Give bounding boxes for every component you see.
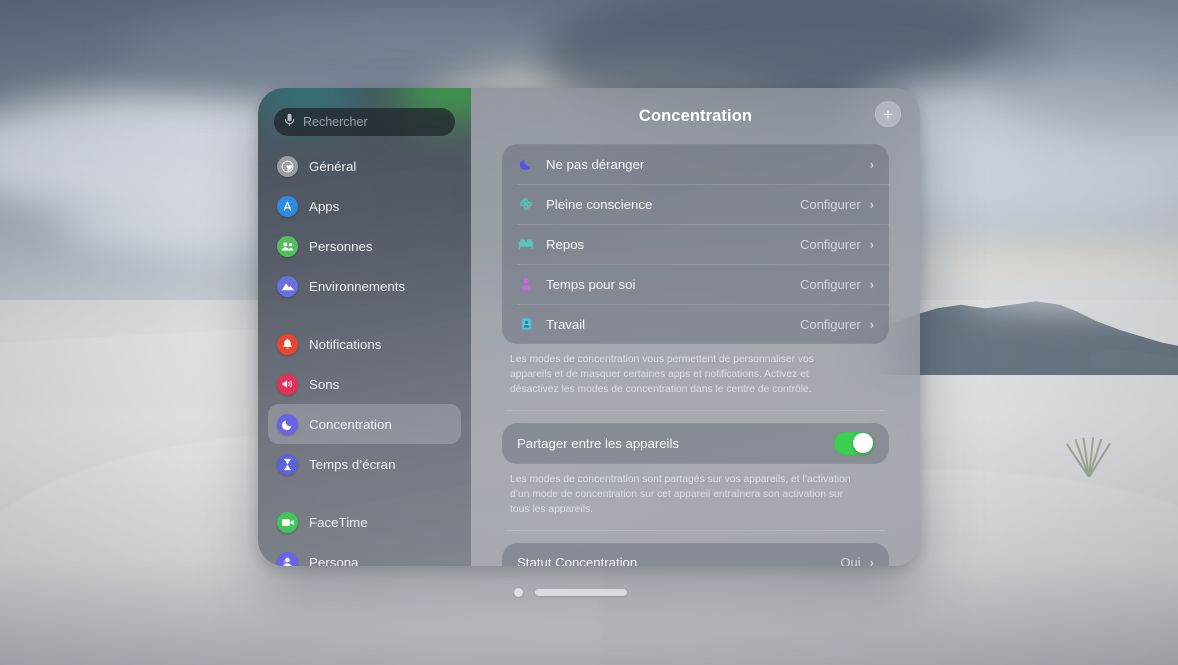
focus-mode-action[interactable]: Configurer [800, 317, 861, 332]
chevron-right-icon: › [869, 316, 874, 332]
add-focus-button[interactable]: + [875, 101, 901, 127]
sidebar-item-label: Environnements [309, 278, 406, 294]
sidebar-item-label: Apps [309, 198, 340, 214]
focus-mode-row[interactable]: Temps pour soi Configurer › [502, 264, 889, 304]
focus-status-value: Oui [840, 555, 861, 566]
sidebar-item-notifications[interactable]: Notifications [268, 324, 461, 364]
people-icon [277, 235, 298, 257]
focus-status-card: Statut Concentration Oui › [502, 542, 889, 566]
sidebar-item-concentration[interactable]: Concentration [268, 404, 461, 444]
focus-mode-label: Travail [546, 316, 586, 332]
app-store-icon [277, 195, 298, 217]
share-across-devices-row[interactable]: Partager entre les appareils [502, 422, 889, 464]
general-gear-icon [277, 155, 298, 177]
focus-mode-action[interactable]: Configurer [800, 277, 861, 292]
focus-status-row[interactable]: Statut Concentration Oui › [502, 543, 889, 566]
bed-icon [517, 238, 535, 250]
focus-mode-row[interactable]: Pleine conscience Configurer › [502, 184, 889, 224]
sidebar-group-separator [268, 306, 461, 324]
mindfulness-icon [517, 197, 535, 211]
window-close-dot[interactable] [514, 587, 523, 597]
moon-icon [517, 157, 535, 171]
sidebar-item-facetime[interactable]: FaceTime [268, 502, 461, 542]
chevron-right-icon: › [869, 196, 874, 212]
chevron-right-icon: › [869, 555, 874, 566]
sidebar-item-label: Notifications [309, 336, 382, 352]
focus-mode-label: Ne pas déranger [546, 156, 645, 172]
focus-mode-label: Repos [546, 236, 585, 252]
focus-mode-label: Temps pour soi [546, 276, 636, 292]
share-across-devices-label: Partager entre les appareils [517, 435, 680, 451]
focus-mode-row[interactable]: Ne pas déranger › [502, 144, 889, 184]
sidebar-item-sons[interactable]: Sons [268, 364, 461, 404]
sidebar-item-label: Personnes [309, 238, 373, 254]
settings-sidebar: Rechercher Général Apps Personnes Environne… [258, 88, 471, 566]
persona-icon [277, 551, 298, 566]
focus-mode-action[interactable]: Configurer [800, 197, 861, 212]
focus-mode-row[interactable]: Travail Configurer › [502, 304, 889, 344]
share-across-devices-description: Les modes de concentration sont partagés… [510, 473, 851, 515]
badge-icon [517, 317, 535, 331]
sidebar-item-label: Persona [309, 554, 359, 567]
mountain-icon [277, 275, 298, 297]
focus-mode-row[interactable]: Repos Configurer › [502, 224, 889, 264]
sidebar-item-label: FaceTime [309, 514, 368, 530]
focus-mode-action[interactable]: Configurer [800, 237, 861, 252]
microphone-icon [284, 113, 295, 132]
plus-icon: + [883, 104, 893, 124]
person-icon [517, 277, 535, 291]
sidebar-item-label: Temps d’écran [309, 456, 396, 472]
sidebar-item-label: Concentration [309, 416, 392, 432]
toggle-knob [852, 433, 873, 454]
sidebar-item-temps-d-cran[interactable]: Temps d’écran [268, 444, 461, 484]
chevron-right-icon: › [869, 236, 874, 252]
sidebar-item-apps[interactable]: Apps [268, 186, 461, 226]
sidebar-item-persona[interactable]: Persona [268, 542, 461, 566]
focus-modes-description: Les modes de concentration vous permette… [510, 354, 814, 395]
chevron-right-icon: › [869, 156, 874, 172]
sidebar-item-g-n-ral[interactable]: Général [268, 146, 461, 186]
page-title: Concentration [638, 106, 753, 125]
main-header: Concentration + [502, 88, 901, 144]
search-input-placeholder[interactable]: Rechercher [303, 115, 368, 129]
sidebar-group-separator [268, 484, 461, 502]
settings-window: Rechercher Général Apps Personnes Environne… [258, 88, 920, 566]
sidebar-item-environnements[interactable]: Environnements [268, 266, 461, 306]
moon-icon [277, 413, 298, 435]
sidebar-item-personnes[interactable]: Personnes [268, 226, 461, 266]
search-field[interactable]: Rechercher [274, 108, 455, 136]
window-chrome-bar [258, 583, 920, 601]
chevron-right-icon: › [869, 276, 874, 292]
sidebar-item-label: Sons [309, 376, 340, 392]
share-across-devices-toggle[interactable] [834, 431, 874, 455]
hourglass-icon [277, 453, 298, 475]
focus-modes-card: Ne pas déranger › Pleine conscience Configu… [502, 144, 889, 344]
focus-status-label: Statut Concentration [517, 555, 638, 566]
focus-mode-label: Pleine conscience [546, 196, 653, 212]
bell-icon [277, 333, 298, 355]
speaker-icon [277, 373, 298, 395]
video-camera-icon [277, 511, 298, 533]
sidebar-item-label: Général [309, 158, 357, 174]
window-resize-bar[interactable] [535, 588, 627, 596]
sidebar-item-list: Général Apps Personnes Environnements Notifi… [258, 146, 471, 566]
settings-main-panel: Concentration + Ne pas déranger › Pleine c… [471, 88, 920, 566]
